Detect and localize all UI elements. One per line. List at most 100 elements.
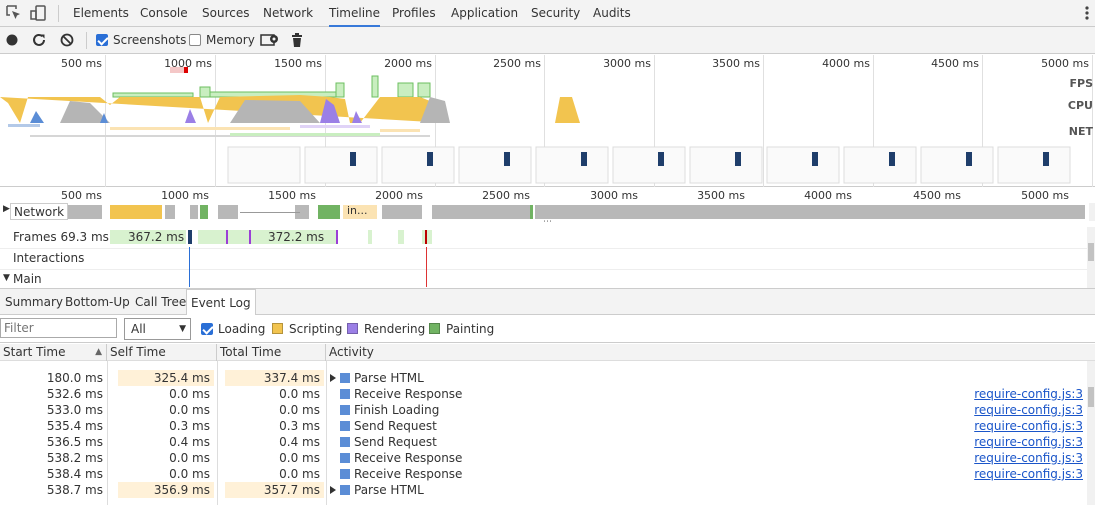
reload-record-button[interactable]: [31, 31, 47, 49]
tab-call-tree[interactable]: Call Tree: [135, 289, 186, 316]
header-activity[interactable]: Activity: [326, 344, 1095, 361]
filter-input[interactable]: [0, 318, 117, 338]
cell-total-time: 0.3 ms: [279, 419, 320, 433]
cell-start-time: 536.5 ms: [46, 435, 103, 449]
cell-start-time: 533.0 ms: [46, 403, 103, 417]
flame-chart[interactable]: Frames 69.3 ms 367.2 ms 372.2 ms Interac…: [0, 227, 1087, 287]
collect-garbage-button[interactable]: [290, 31, 304, 49]
source-link[interactable]: require-config.js:3: [974, 450, 1083, 466]
cell-total-time: 0.0 ms: [279, 403, 320, 417]
scripting-label: Scripting: [289, 322, 343, 336]
painting-swatch[interactable]: [429, 323, 440, 334]
resize-handle-icon[interactable]: ⋯: [543, 218, 552, 227]
frame-duration-1: 367.2 ms: [128, 230, 185, 244]
clear-icon: [60, 33, 74, 47]
cell-total-time: 0.0 ms: [279, 451, 320, 465]
header-start-time-label: Start Time: [3, 345, 66, 359]
activity-name: Parse HTML: [354, 483, 424, 497]
tab-profiles[interactable]: Profiles: [392, 0, 436, 27]
table-row[interactable]: 538.4 ms 0.0 ms 0.0 ms Receive Response requ…: [0, 466, 1087, 482]
loading-checkbox[interactable]: [201, 323, 213, 335]
settings-gear-icon: [260, 34, 278, 46]
chevron-down-icon: ▼: [179, 324, 186, 334]
timeline-overview[interactable]: 500 ms 1000 ms 1500 ms 2000 ms 2500 ms 3000 m…: [0, 55, 1095, 187]
tab-security[interactable]: Security: [531, 0, 580, 27]
loading-category-icon: [340, 373, 350, 383]
cell-self-time: 0.0 ms: [169, 387, 210, 401]
flame-scrollbar[interactable]: [1087, 227, 1095, 288]
tab-divider: [58, 5, 59, 22]
table-scrollbar-thumb[interactable]: [1088, 387, 1094, 407]
table-row[interactable]: 535.4 ms 0.3 ms 0.3 ms Send Request require-…: [0, 418, 1087, 434]
table-row[interactable]: 536.5 ms 0.4 ms 0.4 ms Send Request require-…: [0, 434, 1087, 450]
toolbar-divider: [86, 32, 87, 49]
devtools-tab-bar: Elements Console Sources Network Timeline Pro…: [0, 0, 1095, 27]
detail-ruler: 500 ms 1000 ms 1500 ms 2000 ms 2500 ms 3000 m…: [0, 188, 1095, 204]
table-row[interactable]: 532.6 ms 0.0 ms 0.0 ms Receive Response requ…: [0, 386, 1087, 402]
tab-bottom-up[interactable]: Bottom-Up: [65, 289, 130, 316]
selection-marker-edge: [184, 67, 188, 73]
screenshots-checkbox[interactable]: Screenshots: [96, 31, 186, 49]
detail-tick-label: 4000 ms: [804, 189, 852, 202]
memory-checkbox[interactable]: Memory: [189, 31, 255, 49]
scripting-swatch[interactable]: [272, 323, 283, 334]
inspect-element-icon[interactable]: [5, 4, 23, 22]
activity-name: Parse HTML: [354, 371, 424, 385]
cell-self-time: 0.4 ms: [169, 435, 210, 449]
painting-label: Painting: [446, 322, 495, 336]
tab-sources[interactable]: Sources: [202, 0, 249, 27]
source-link[interactable]: require-config.js:3: [974, 418, 1083, 434]
source-link[interactable]: require-config.js:3: [974, 386, 1083, 402]
clear-button[interactable]: [59, 31, 75, 49]
tab-application[interactable]: Application: [451, 0, 518, 27]
source-link[interactable]: require-config.js:3: [974, 434, 1083, 450]
activity-name: Receive Response: [354, 387, 463, 401]
cell-activity: Send Request: [330, 434, 970, 450]
tab-summary[interactable]: Summary: [5, 289, 63, 316]
tab-network[interactable]: Network: [263, 0, 313, 27]
header-total-time[interactable]: Total Time: [217, 344, 326, 361]
cell-activity: Finish Loading: [330, 402, 970, 418]
network-track-label: Network: [10, 203, 69, 220]
source-link[interactable]: require-config.js:3: [974, 402, 1083, 418]
loading-category-icon: [340, 421, 350, 431]
tab-audits[interactable]: Audits: [593, 0, 631, 27]
screenshots-checkbox-box[interactable]: [96, 34, 108, 46]
loading-filter[interactable]: Loading: [201, 322, 265, 336]
expand-triangle-icon[interactable]: [330, 374, 336, 382]
header-start-time[interactable]: Start Time ▲: [0, 344, 107, 361]
header-self-time[interactable]: Self Time: [107, 344, 217, 361]
tab-console[interactable]: Console: [140, 0, 188, 27]
detail-tick-label: 2000 ms: [375, 189, 423, 202]
capture-settings-button[interactable]: [260, 31, 280, 49]
table-row[interactable]: 538.7 ms 356.9 ms 357.7 ms Parse HTML: [0, 482, 1087, 498]
record-button[interactable]: [4, 31, 20, 49]
device-toolbar-icon[interactable]: [29, 4, 47, 22]
scripting-filter[interactable]: Scripting: [272, 322, 342, 336]
tab-elements[interactable]: Elements: [73, 0, 129, 27]
rendering-filter[interactable]: Rendering: [347, 322, 425, 336]
detail-tick-label: 1000 ms: [161, 189, 209, 202]
tab-timeline[interactable]: Timeline: [329, 0, 381, 27]
expand-triangle-icon[interactable]: [330, 486, 336, 494]
duration-filter-select[interactable]: All ▼: [124, 318, 191, 340]
activity-name: Finish Loading: [354, 403, 440, 417]
cell-activity: Receive Response: [330, 386, 970, 402]
tab-event-log[interactable]: Event Log: [186, 289, 256, 316]
flame-scrollbar-thumb[interactable]: [1088, 243, 1094, 261]
rendering-swatch[interactable]: [347, 323, 358, 334]
table-row[interactable]: 180.0 ms 325.4 ms 337.4 ms Parse HTML: [0, 370, 1087, 386]
memory-checkbox-box[interactable]: [189, 34, 201, 46]
table-scrollbar[interactable]: [1087, 361, 1095, 505]
net-lines: [8, 124, 430, 137]
expand-main-icon[interactable]: ▼: [3, 273, 10, 283]
table-row[interactable]: 538.2 ms 0.0 ms 0.0 ms Receive Response requ…: [0, 450, 1087, 466]
loading-category-icon: [340, 453, 350, 463]
table-row[interactable]: 533.0 ms 0.0 ms 0.0 ms Finish Loading requir…: [0, 402, 1087, 418]
loading-label: Loading: [218, 322, 266, 336]
more-options-icon[interactable]: [1078, 4, 1095, 22]
source-link[interactable]: require-config.js:3: [974, 466, 1083, 482]
cell-activity: Parse HTML: [330, 482, 970, 498]
painting-filter[interactable]: Painting: [429, 322, 494, 336]
cell-total-time: 0.0 ms: [279, 467, 320, 481]
